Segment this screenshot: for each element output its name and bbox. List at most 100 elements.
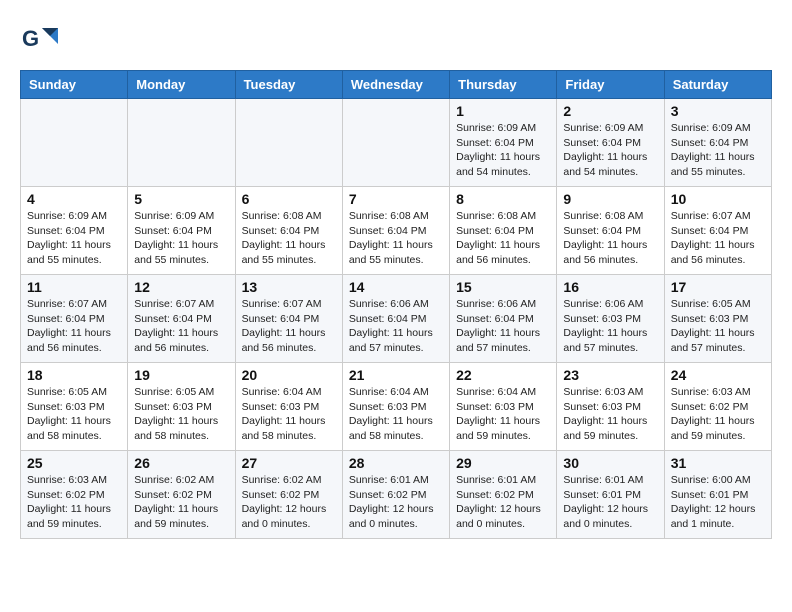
day-number: 31 (671, 455, 765, 471)
weekday-header: Wednesday (342, 71, 449, 99)
cell-info: Sunrise: 6:05 AMSunset: 6:03 PMDaylight:… (27, 385, 121, 444)
cell-info: Sunrise: 6:03 AMSunset: 6:02 PMDaylight:… (27, 473, 121, 532)
cell-info: Sunrise: 6:01 AMSunset: 6:02 PMDaylight:… (349, 473, 443, 532)
day-number: 5 (134, 191, 228, 207)
day-number: 30 (563, 455, 657, 471)
calendar-cell: 26 Sunrise: 6:02 AMSunset: 6:02 PMDayligh… (128, 451, 235, 539)
day-number: 6 (242, 191, 336, 207)
calendar-cell: 16 Sunrise: 6:06 AMSunset: 6:03 PMDayligh… (557, 275, 664, 363)
calendar-cell: 22 Sunrise: 6:04 AMSunset: 6:03 PMDayligh… (450, 363, 557, 451)
cell-info: Sunrise: 6:05 AMSunset: 6:03 PMDaylight:… (134, 385, 228, 444)
calendar-cell (342, 99, 449, 187)
calendar-cell: 3Sunrise: 6:09 AMSunset: 6:04 PMDaylight… (664, 99, 771, 187)
cell-info: Sunrise: 6:04 AMSunset: 6:03 PMDaylight:… (456, 385, 550, 444)
calendar-cell: 30 Sunrise: 6:01 AMSunset: 6:01 PMDayligh… (557, 451, 664, 539)
weekday-header: Friday (557, 71, 664, 99)
calendar-cell: 15 Sunrise: 6:06 AMSunset: 6:04 PMDayligh… (450, 275, 557, 363)
calendar-cell: 14Sunrise: 6:06 AMSunset: 6:04 PMDayligh… (342, 275, 449, 363)
calendar-cell: 27Sunrise: 6:02 AMSunset: 6:02 PMDayligh… (235, 451, 342, 539)
weekday-header: Monday (128, 71, 235, 99)
weekday-header: Saturday (664, 71, 771, 99)
day-number: 16 (563, 279, 657, 295)
day-number: 17 (671, 279, 765, 295)
day-number: 9 (563, 191, 657, 207)
day-number: 28 (349, 455, 443, 471)
day-number: 10 (671, 191, 765, 207)
calendar-cell: 20 Sunrise: 6:04 AMSunset: 6:03 PMDayligh… (235, 363, 342, 451)
calendar-cell: 5 Sunrise: 6:09 AMSunset: 6:04 PMDaylight… (128, 187, 235, 275)
day-number: 23 (563, 367, 657, 383)
calendar-table: SundayMondayTuesdayWednesdayThursdayFrid… (20, 70, 772, 539)
cell-info: Sunrise: 6:07 AMSunset: 6:04 PMDaylight:… (671, 209, 765, 268)
weekday-header: Sunday (21, 71, 128, 99)
day-number: 24 (671, 367, 765, 383)
calendar-week-row: 25 Sunrise: 6:03 AMSunset: 6:02 PMDayligh… (21, 451, 772, 539)
cell-info: Sunrise: 6:03 AMSunset: 6:03 PMDaylight:… (563, 385, 657, 444)
cell-info: Sunrise: 6:01 AMSunset: 6:02 PMDaylight:… (456, 473, 550, 532)
day-number: 1 (456, 103, 550, 119)
cell-info: Sunrise: 6:08 AMSunset: 6:04 PMDaylight:… (563, 209, 657, 268)
cell-info: Sunrise: 6:07 AMSunset: 6:04 PMDaylight:… (27, 297, 121, 356)
cell-info: Sunrise: 6:08 AMSunset: 6:04 PMDaylight:… (456, 209, 550, 268)
day-number: 15 (456, 279, 550, 295)
cell-info: Sunrise: 6:04 AMSunset: 6:03 PMDaylight:… (242, 385, 336, 444)
cell-info: Sunrise: 6:07 AMSunset: 6:04 PMDaylight:… (242, 297, 336, 356)
day-number: 27 (242, 455, 336, 471)
calendar-cell (21, 99, 128, 187)
day-number: 29 (456, 455, 550, 471)
calendar-cell: 21Sunrise: 6:04 AMSunset: 6:03 PMDayligh… (342, 363, 449, 451)
cell-info: Sunrise: 6:06 AMSunset: 6:03 PMDaylight:… (563, 297, 657, 356)
day-number: 22 (456, 367, 550, 383)
cell-info: Sunrise: 6:09 AMSunset: 6:04 PMDaylight:… (563, 121, 657, 180)
day-number: 13 (242, 279, 336, 295)
calendar-cell: 11Sunrise: 6:07 AMSunset: 6:04 PMDayligh… (21, 275, 128, 363)
calendar-cell: 29 Sunrise: 6:01 AMSunset: 6:02 PMDayligh… (450, 451, 557, 539)
weekday-header: Tuesday (235, 71, 342, 99)
calendar-cell: 19 Sunrise: 6:05 AMSunset: 6:03 PMDayligh… (128, 363, 235, 451)
page-header: G (20, 20, 772, 60)
calendar-cell: 18Sunrise: 6:05 AMSunset: 6:03 PMDayligh… (21, 363, 128, 451)
cell-info: Sunrise: 6:03 AMSunset: 6:02 PMDaylight:… (671, 385, 765, 444)
cell-info: Sunrise: 6:08 AMSunset: 6:04 PMDaylight:… (349, 209, 443, 268)
day-number: 7 (349, 191, 443, 207)
calendar-cell: 2 Sunrise: 6:09 AMSunset: 6:04 PMDaylight… (557, 99, 664, 187)
logo-icon: G (20, 20, 60, 60)
cell-info: Sunrise: 6:01 AMSunset: 6:01 PMDaylight:… (563, 473, 657, 532)
day-number: 14 (349, 279, 443, 295)
logo: G (20, 20, 64, 60)
calendar-week-row: 18Sunrise: 6:05 AMSunset: 6:03 PMDayligh… (21, 363, 772, 451)
calendar-cell: 13 Sunrise: 6:07 AMSunset: 6:04 PMDayligh… (235, 275, 342, 363)
cell-info: Sunrise: 6:00 AMSunset: 6:01 PMDaylight:… (671, 473, 765, 532)
calendar-cell: 17 Sunrise: 6:05 AMSunset: 6:03 PMDayligh… (664, 275, 771, 363)
calendar-cell: 10 Sunrise: 6:07 AMSunset: 6:04 PMDayligh… (664, 187, 771, 275)
weekday-header: Thursday (450, 71, 557, 99)
day-number: 26 (134, 455, 228, 471)
day-number: 19 (134, 367, 228, 383)
calendar-cell: 6 Sunrise: 6:08 AMSunset: 6:04 PMDaylight… (235, 187, 342, 275)
svg-text:G: G (22, 26, 39, 51)
calendar-cell: 24 Sunrise: 6:03 AMSunset: 6:02 PMDayligh… (664, 363, 771, 451)
calendar-cell: 1 Sunrise: 6:09 AMSunset: 6:04 PMDaylight… (450, 99, 557, 187)
day-number: 4 (27, 191, 121, 207)
day-number: 25 (27, 455, 121, 471)
cell-info: Sunrise: 6:09 AMSunset: 6:04 PMDaylight:… (456, 121, 550, 180)
calendar-cell: 31 Sunrise: 6:00 AMSunset: 6:01 PMDayligh… (664, 451, 771, 539)
calendar-header: SundayMondayTuesdayWednesdayThursdayFrid… (21, 71, 772, 99)
calendar-cell: 8Sunrise: 6:08 AMSunset: 6:04 PMDaylight… (450, 187, 557, 275)
cell-info: Sunrise: 6:06 AMSunset: 6:04 PMDaylight:… (456, 297, 550, 356)
calendar-week-row: 4 Sunrise: 6:09 AMSunset: 6:04 PMDaylight… (21, 187, 772, 275)
cell-info: Sunrise: 6:09 AMSunset: 6:04 PMDaylight:… (27, 209, 121, 268)
day-number: 12 (134, 279, 228, 295)
cell-info: Sunrise: 6:05 AMSunset: 6:03 PMDaylight:… (671, 297, 765, 356)
cell-info: Sunrise: 6:09 AMSunset: 6:04 PMDaylight:… (134, 209, 228, 268)
calendar-cell: 9 Sunrise: 6:08 AMSunset: 6:04 PMDaylight… (557, 187, 664, 275)
calendar-cell: 7 Sunrise: 6:08 AMSunset: 6:04 PMDaylight… (342, 187, 449, 275)
day-number: 2 (563, 103, 657, 119)
calendar-cell: 12Sunrise: 6:07 AMSunset: 6:04 PMDayligh… (128, 275, 235, 363)
day-number: 21 (349, 367, 443, 383)
cell-info: Sunrise: 6:08 AMSunset: 6:04 PMDaylight:… (242, 209, 336, 268)
day-number: 20 (242, 367, 336, 383)
calendar-week-row: 1 Sunrise: 6:09 AMSunset: 6:04 PMDaylight… (21, 99, 772, 187)
cell-info: Sunrise: 6:02 AMSunset: 6:02 PMDaylight:… (134, 473, 228, 532)
calendar-body: 1 Sunrise: 6:09 AMSunset: 6:04 PMDaylight… (21, 99, 772, 539)
